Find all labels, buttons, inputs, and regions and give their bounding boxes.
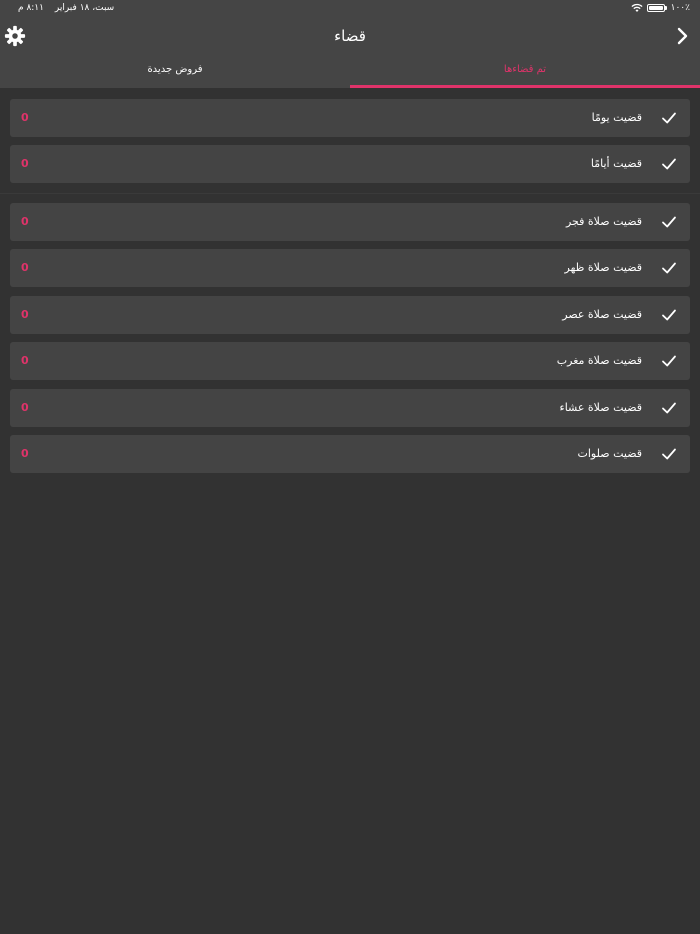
checkmark-icon [662,262,676,274]
status-datetime: سبت، ١٨ فبراير ٨:١١ م [10,0,114,16]
list-item[interactable]: قضيت صلوات 0 [10,434,690,473]
item-count: 0 [21,307,29,321]
item-label: قضيت صلاة مغرب [556,354,642,368]
item-count: 0 [21,111,29,124]
item-label: قضيت صلاة عصر [562,307,642,321]
item-label: قضيت صلوات [577,446,643,460]
back-chevron-icon[interactable] [672,26,692,46]
top-bar: سبت، ١٨ فبراير ٨:١١ م ٪١٠٠ قضاء تم قضاءه… [0,0,700,88]
item-count: 0 [21,354,29,368]
list-item[interactable]: قضيت صلاة ظهر 0 [10,249,690,288]
item-label: قضيت يومًا [591,111,642,124]
item-label: قضيت صلاة فجر [565,215,642,228]
battery-percent: ٪١٠٠ [670,3,690,13]
list-item[interactable]: قضيت يومًا 0 [10,99,690,137]
item-label: قضيت صلاة ظهر [564,261,642,275]
checkmark-icon [662,309,676,321]
group-divider [0,193,700,194]
tab-completed[interactable]: تم قضاءها [350,56,700,88]
nav-row: قضاء [0,18,700,54]
tab-new-prayers[interactable]: فروض جديدة [0,56,350,88]
item-count: 0 [21,261,29,275]
status-bar: سبت، ١٨ فبراير ٨:١١ م ٪١٠٠ [0,0,700,16]
list-item[interactable]: قضيت صلاة عشاء 0 [10,388,690,427]
page-title: قضاء [334,27,366,45]
list-item[interactable]: قضيت أيامًا 0 [10,145,690,184]
item-count: 0 [21,446,29,460]
list-item[interactable]: قضيت صلاة فجر 0 [10,203,690,241]
tab-bar: تم قضاءها فروض جديدة [0,56,700,88]
list-item[interactable]: قضيت صلاة عصر 0 [10,295,690,334]
item-label: قضيت صلاة عشاء [559,400,642,414]
prayers-list: قضيت صلاة فجر 0 قضيت صلاة ظهر 0 قضيت صلا… [10,203,690,481]
item-count: 0 [21,400,29,414]
checkmark-icon [662,158,676,170]
status-time: ٨:١١ م [18,3,44,13]
status-indicators: ٪١٠٠ [631,0,690,16]
checkmark-icon [662,112,676,124]
days-list: قضيت يومًا 0 قضيت أيامًا 0 [10,99,690,192]
item-count: 0 [21,215,29,228]
item-label: قضيت أيامًا [590,157,642,171]
checkmark-icon [662,355,676,367]
item-count: 0 [21,157,29,171]
checkmark-icon [662,448,676,460]
checkmark-icon [662,402,676,413]
battery-icon [646,4,667,12]
list-item[interactable]: قضيت صلاة مغرب 0 [10,342,690,381]
status-date: سبت، ١٨ فبراير [54,3,115,13]
checkmark-icon [662,216,676,228]
wifi-icon [631,3,643,12]
